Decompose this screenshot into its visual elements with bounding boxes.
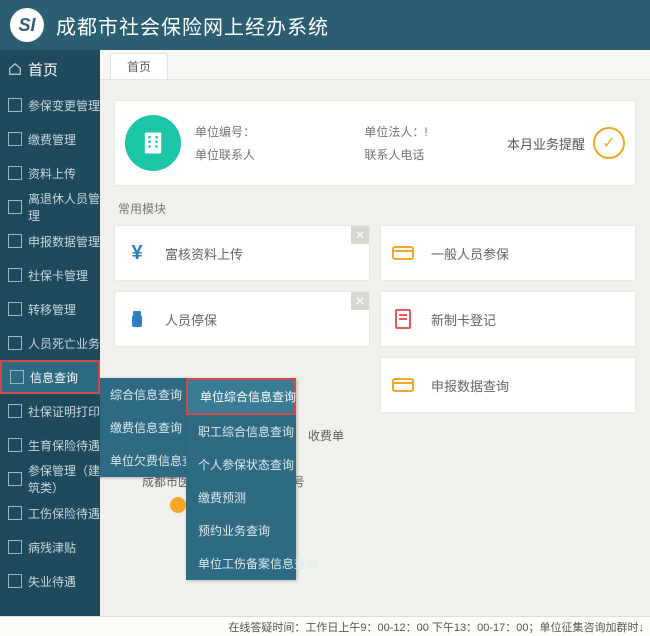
doc-icon [8, 200, 22, 214]
tile-query[interactable]: 申报数据查询 [380, 357, 636, 413]
submenu2-item-5[interactable]: 单位工伤备案信息查询 [186, 547, 296, 580]
doc-icon [8, 132, 22, 146]
submenu1-item-1[interactable]: 缴费信息查询 [100, 411, 186, 444]
sidebar-item-14[interactable]: 失业待遇 [0, 564, 100, 598]
main-area: 首页 单位编号： 单位法人：! 单位联系人 联系人电话 本月业务提醒 ✓ 常用模… [100, 50, 650, 616]
doc-icon [8, 302, 22, 316]
app-title: 成都市社会保险网上经办系统 [56, 11, 329, 40]
submenu2-item-1[interactable]: 职工综合信息查询 [186, 415, 296, 448]
org-legal-label: 单位法人：! [364, 123, 507, 140]
close-icon[interactable]: ✕ [351, 226, 369, 244]
tile-upload[interactable]: ¥ 富核资料上传 ✕ [114, 225, 370, 281]
bottle-icon [125, 307, 149, 331]
tabbar: 首页 [100, 50, 650, 80]
org-phone-label: 联系人电话 [364, 146, 507, 163]
sidebar-item-12[interactable]: 工伤保险待遇 [0, 496, 100, 530]
app-header: SI 成都市社会保险网上经办系统 [0, 0, 650, 50]
qq-icon [170, 497, 186, 513]
reminder-label: 本月业务提醒 [507, 134, 585, 153]
submenu2-item-3[interactable]: 缴费预测 [186, 481, 296, 514]
org-contact-label: 单位联系人 [195, 146, 334, 163]
sidebar-item-5[interactable]: 社保卡管理 [0, 258, 100, 292]
doc-icon [8, 574, 22, 588]
home-icon [8, 62, 22, 76]
footer-text: 在线答疑时间：工作日上午9：00-12：00 下午13：00-17：00；单位征… [228, 619, 644, 635]
close-icon[interactable]: ✕ [351, 292, 369, 310]
sidebar-home[interactable]: 首页 [0, 50, 100, 88]
modules-title: 常用模块 [118, 200, 636, 217]
doc-icon [10, 370, 24, 384]
sidebar-item-1[interactable]: 缴费管理 [0, 122, 100, 156]
doc-icon [8, 438, 22, 452]
tile-newcard[interactable]: 新制卡登记 [380, 291, 636, 347]
doc-icon [8, 506, 22, 520]
sidebar-item-10[interactable]: 生育保险待遇 [0, 428, 100, 462]
sidebar-item-4[interactable]: 申报数据管理 [0, 224, 100, 258]
sidebar-item-3[interactable]: 离退休人员管理 [0, 190, 100, 224]
doc-icon [8, 404, 22, 418]
footer: 在线答疑时间：工作日上午9：00-12：00 下午13：00-17：00；单位征… [0, 616, 650, 636]
org-code-label: 单位编号： [195, 123, 334, 140]
doc-icon [8, 336, 22, 350]
tab-home[interactable]: 首页 [110, 53, 168, 79]
tile-enroll[interactable]: 一般人员参保 [380, 225, 636, 281]
card-icon [391, 373, 415, 397]
sidebar: 首页 参保变更管理 缴费管理 资料上传 离退休人员管理 申报数据管理 社保卡管理… [0, 50, 100, 616]
doc-icon [8, 166, 22, 180]
sidebar-item-11[interactable]: 参保管理（建筑类） [0, 462, 100, 496]
logo-icon: SI [10, 8, 44, 42]
sidebar-item-6[interactable]: 转移管理 [0, 292, 100, 326]
building-icon [125, 115, 181, 171]
sidebar-item-7[interactable]: 人员死亡业务 [0, 326, 100, 360]
receipt-label: 收费单 [308, 427, 344, 444]
sidebar-item-2[interactable]: 资料上传 [0, 156, 100, 190]
submenu2-item-4[interactable]: 预约业务查询 [186, 514, 296, 547]
sidebar-item-9[interactable]: 社保证明打印 [0, 394, 100, 428]
org-info: 单位编号： 单位法人：! 单位联系人 联系人电话 [195, 123, 507, 163]
sidebar-item-0[interactable]: 参保变更管理 [0, 88, 100, 122]
doc-icon [8, 234, 22, 248]
yen-icon: ¥ [125, 241, 149, 265]
reminder-badge-icon[interactable]: ✓ [593, 127, 625, 159]
submenu-level1: 综合信息查询 缴费信息查询 单位欠费信息查询 [100, 378, 186, 477]
sidebar-item-8[interactable]: 信息查询 [0, 360, 100, 394]
tile-stop[interactable]: 人员停保 ✕ [114, 291, 370, 347]
doc-icon [8, 98, 22, 112]
submenu2-item-0[interactable]: 单位综合信息查询 [186, 378, 296, 415]
sidebar-home-label: 首页 [28, 59, 58, 80]
submenu-level2: 单位综合信息查询 职工综合信息查询 个人参保状态查询 缴费预测 预约业务查询 单… [186, 378, 296, 580]
card-icon [391, 241, 415, 265]
submenu2-item-2[interactable]: 个人参保状态查询 [186, 448, 296, 481]
sidebar-item-13[interactable]: 病残津贴 [0, 530, 100, 564]
doc-icon [8, 268, 22, 282]
submenu1-item-2[interactable]: 单位欠费信息查询 [100, 444, 186, 477]
doc-icon [8, 472, 22, 486]
org-card: 单位编号： 单位法人：! 单位联系人 联系人电话 本月业务提醒 ✓ [114, 100, 636, 186]
doc-icon [8, 540, 22, 554]
submenu1-item-0[interactable]: 综合信息查询 [100, 378, 186, 411]
doc-icon [391, 307, 415, 331]
